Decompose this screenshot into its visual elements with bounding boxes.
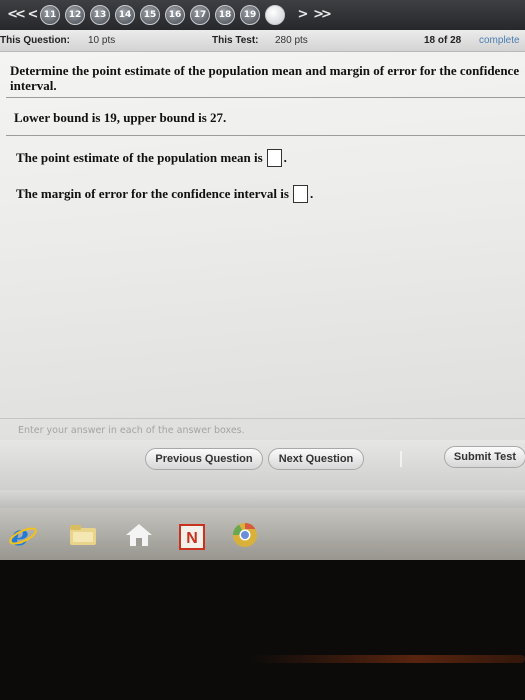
question-prompt: Determine the point estimate of the popu…: [10, 63, 520, 93]
next-question-arrow[interactable]: >: [296, 0, 310, 30]
divider: [6, 97, 525, 98]
first-question-button[interactable]: <<: [4, 0, 26, 30]
taskbar: e N: [0, 508, 525, 560]
period: .: [283, 150, 287, 165]
margin-of-error-row: The margin of error for the confidence i…: [16, 185, 313, 203]
question-panel: Determine the point estimate of the popu…: [0, 52, 525, 472]
margin-of-error-label: The margin of error for the confidence i…: [16, 186, 289, 201]
instructions-bar: Enter your answer in each of the answer …: [0, 418, 525, 440]
divider: [400, 451, 402, 467]
action-bar: Previous Question Next Question Submit T…: [0, 440, 525, 490]
file-explorer-icon[interactable]: [68, 521, 98, 549]
question-navigation-bar: << < 11 12 13 14 15 16 17 18 19 > >>: [0, 0, 525, 30]
monitor-bezel: [0, 560, 525, 700]
question-13-button[interactable]: 13: [90, 5, 110, 25]
chrome-icon[interactable]: [230, 521, 260, 549]
svg-text:N: N: [186, 530, 198, 547]
confidence-bounds-text: Lower bound is 19, upper bound is 27.: [14, 110, 227, 125]
next-question-button[interactable]: Next Question: [268, 448, 364, 470]
footer-band: [0, 490, 525, 508]
question-18-button[interactable]: 18: [215, 5, 235, 25]
question-12-button[interactable]: 12: [65, 5, 85, 25]
point-estimate-label: The point estimate of the population mea…: [16, 150, 263, 165]
question-14-button[interactable]: 14: [115, 5, 135, 25]
period: .: [309, 186, 314, 201]
instructions-text: Enter your answer in each of the answer …: [18, 425, 245, 436]
point-estimate-row: The point estimate of the population mea…: [16, 149, 287, 167]
progress-count: 18 of 28: [424, 35, 462, 46]
store-icon[interactable]: [124, 521, 154, 549]
question-19-button[interactable]: 19: [240, 5, 260, 25]
margin-of-error-input[interactable]: [292, 185, 308, 203]
divider: [6, 135, 525, 136]
test-points-value: 280 pts: [275, 35, 308, 46]
submit-test-button[interactable]: Submit Test: [444, 446, 525, 468]
previous-question-arrow[interactable]: <: [26, 0, 40, 30]
question-points-value: 10 pts: [88, 35, 116, 46]
onenote-icon[interactable]: N: [179, 524, 205, 550]
question-points-label: This Question:: [0, 35, 70, 46]
last-question-button[interactable]: >>: [310, 0, 332, 30]
test-info-bar: This Question: 10 pts This Test: 280 pts…: [0, 30, 525, 52]
progress-complete-label: complete: [479, 35, 520, 46]
question-17-button[interactable]: 17: [190, 5, 210, 25]
internet-explorer-icon[interactable]: e: [8, 521, 38, 549]
point-estimate-input[interactable]: [266, 149, 282, 167]
current-question-indicator[interactable]: [265, 5, 285, 25]
question-15-button[interactable]: 15: [140, 5, 160, 25]
bezel-reflection: [250, 655, 525, 663]
question-16-button[interactable]: 16: [165, 5, 185, 25]
question-11-button[interactable]: 11: [40, 5, 60, 25]
previous-question-button[interactable]: Previous Question: [145, 448, 263, 470]
test-points-label: This Test:: [212, 35, 259, 46]
